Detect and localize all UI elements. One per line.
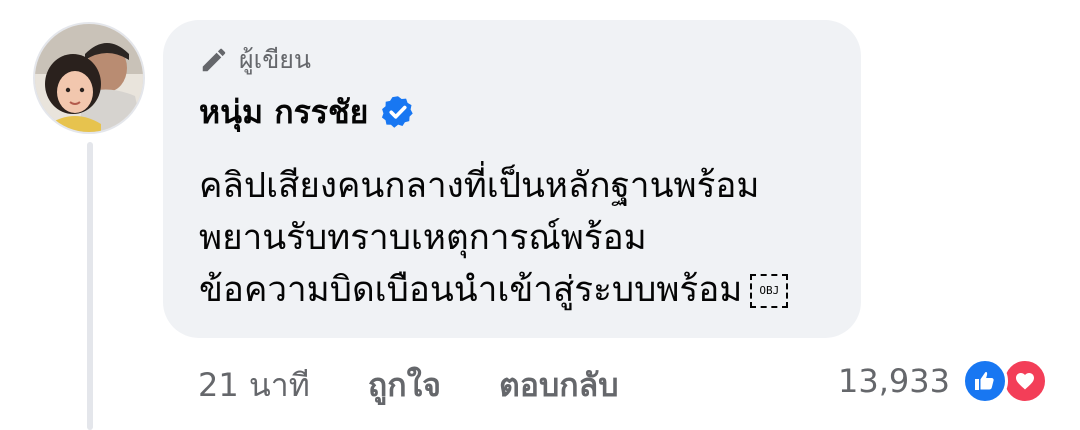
comment-line-3: ข้อความบิดเบือนนำเข้าสู่ระบบพร้อม OBJ bbox=[199, 264, 849, 316]
like-button[interactable]: ถูกใจ bbox=[368, 360, 441, 411]
comment-line-2: พยานรับทราบเหตุการณ์พร้อม bbox=[199, 218, 647, 258]
verified-badge-icon bbox=[380, 94, 416, 130]
comment-line-1: คลิปเสียงคนกลางที่เป็นหลักฐานพร้อม bbox=[199, 166, 760, 206]
comment-text: คลิปเสียงคนกลางที่เป็นหลักฐานพร้อม พยานร… bbox=[199, 160, 849, 316]
avatar-photo bbox=[35, 24, 143, 132]
like-icon bbox=[962, 358, 1008, 404]
comment-actions: 21 นาที ถูกใจ ตอบกลับ bbox=[198, 360, 677, 410]
love-icon bbox=[1002, 358, 1048, 404]
reply-button[interactable]: ตอบกลับ bbox=[499, 360, 619, 411]
comment-line-3-text: ข้อความบิดเบือนนำเข้าสู่ระบบพร้อม bbox=[199, 270, 743, 310]
reactions-summary[interactable]: 13,933 bbox=[838, 356, 1048, 406]
object-placeholder-icon: OBJ bbox=[750, 274, 789, 308]
author-badge: ผู้เขียน bbox=[199, 44, 311, 76]
thread-line bbox=[87, 142, 93, 430]
reaction-icons bbox=[962, 358, 1048, 404]
reaction-count: 13,933 bbox=[838, 362, 950, 400]
author-name[interactable]: หนุ่ม กรรชัย bbox=[199, 90, 368, 134]
author-row: หนุ่ม กรรชัย bbox=[199, 90, 416, 134]
author-badge-label: ผู้เขียน bbox=[239, 45, 312, 74]
pencil-icon bbox=[199, 45, 229, 75]
comment-timestamp[interactable]: 21 นาที bbox=[198, 360, 310, 411]
comment-bubble: ผู้เขียน หนุ่ม กรรชัย คลิปเสียงคนกลางที่… bbox=[163, 20, 861, 338]
avatar[interactable] bbox=[33, 22, 145, 134]
